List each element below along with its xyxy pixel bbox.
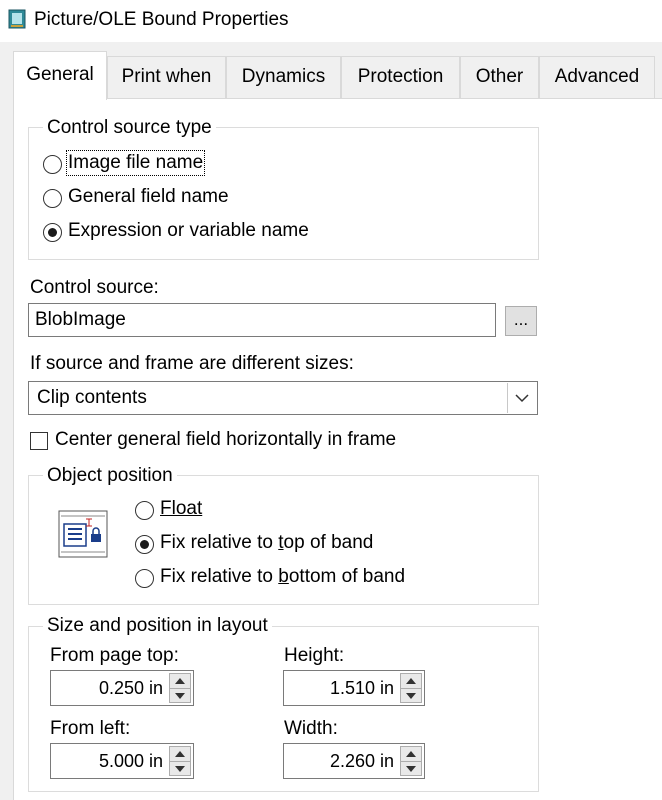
size-position-title: Size and position in layout [43, 615, 272, 637]
control-source-label: Control source: [30, 277, 159, 298]
spin-down-icon[interactable] [170, 762, 190, 776]
fix-top-label[interactable]: Fix relative to top of band [160, 532, 373, 554]
spin-arrows[interactable] [400, 746, 422, 776]
radio-fix-bottom[interactable] [135, 569, 154, 588]
spin-up-icon[interactable] [401, 674, 421, 688]
expression-or-variable-name-label[interactable]: Expression or variable name [68, 220, 309, 242]
spin-arrows[interactable] [169, 673, 191, 703]
from-left-label: From left: [50, 718, 131, 739]
from-left-spinner[interactable]: 5.000 in [50, 743, 194, 779]
spin-up-icon[interactable] [401, 747, 421, 761]
from-left-value[interactable]: 5.000 in [99, 744, 163, 778]
control-source-type-title: Control source type [43, 117, 216, 139]
spin-up-icon[interactable] [170, 674, 190, 688]
from-page-top-value[interactable]: 0.250 in [99, 671, 163, 705]
browse-button[interactable]: ... [505, 306, 537, 336]
from-page-top-spinner[interactable]: 0.250 in [50, 670, 194, 706]
radio-general-field-name[interactable] [43, 189, 62, 208]
fix-bottom-label[interactable]: Fix relative to bottom of band [160, 566, 405, 588]
center-field-checkbox[interactable] [30, 432, 48, 450]
spin-down-icon[interactable] [170, 689, 190, 703]
height-value[interactable]: 1.510 in [330, 671, 394, 705]
width-value[interactable]: 2.260 in [330, 744, 394, 778]
width-label: Width: [284, 718, 338, 739]
size-mismatch-label: If source and frame are different sizes: [30, 353, 354, 374]
center-field-label[interactable]: Center general field horizontally in fra… [55, 429, 396, 451]
chevron-down-icon[interactable] [507, 383, 536, 413]
spin-down-icon[interactable] [401, 762, 421, 776]
width-spinner[interactable]: 2.260 in [283, 743, 425, 779]
size-mismatch-select[interactable]: Clip contents [28, 381, 538, 415]
spin-up-icon[interactable] [170, 747, 190, 761]
height-spinner[interactable]: 1.510 in [283, 670, 425, 706]
height-label: Height: [284, 645, 345, 666]
size-mismatch-value: Clip contents [37, 387, 147, 408]
radio-image-file-name[interactable] [43, 155, 62, 174]
spin-arrows[interactable] [400, 673, 422, 703]
spin-down-icon[interactable] [401, 689, 421, 703]
object-position-icon [58, 510, 108, 563]
general-field-name-label[interactable]: General field name [68, 186, 229, 208]
image-file-name-label[interactable]: Image file name [65, 150, 206, 176]
radio-fix-top[interactable] [135, 535, 154, 554]
from-page-top-label: From page top: [50, 645, 179, 666]
object-position-title: Object position [43, 465, 177, 487]
spin-arrows[interactable] [169, 746, 191, 776]
radio-expression-or-variable-name[interactable] [43, 223, 62, 242]
float-label[interactable]: Float [160, 498, 202, 520]
radio-float[interactable] [135, 501, 154, 520]
control-source-input[interactable]: BlobImage [28, 303, 496, 337]
